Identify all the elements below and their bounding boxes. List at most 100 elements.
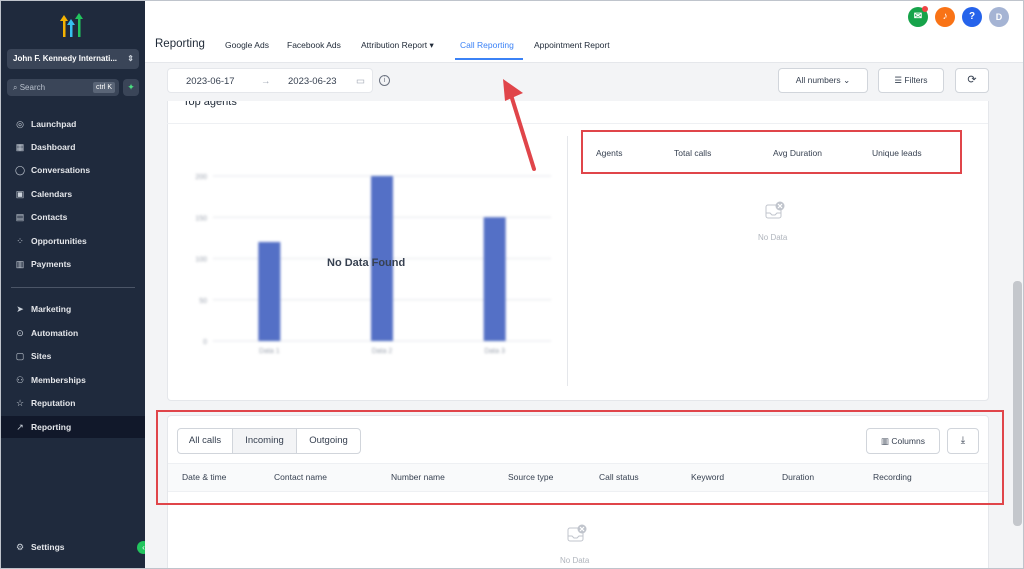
chart-bar [483,217,506,341]
opportunities-icon: ⁘ [16,236,24,246]
sidebar-item-label: Reporting [31,422,72,432]
top-bar: Reporting Google Ads Facebook Ads Attrib… [145,1,1023,63]
active-tab-indicator [455,58,523,60]
chat-icon: ◯ [14,165,26,175]
sidebar-divider [11,287,135,288]
sidebar-item-marketing[interactable]: ➤ Marketing [1,298,145,320]
date-range-picker[interactable]: 2023-06-17 → 2023-06-23 ▭ [167,68,373,93]
app-window: John F. Kennedy Internati... ⇕ ⌕ Search … [0,0,1024,569]
sidebar-item-settings[interactable]: ⚙ Settings [1,536,145,558]
y-tick-label: 100 [195,257,207,264]
sidebar-item-label: Contacts [31,212,68,222]
numbers-select-value: All numbers [795,75,841,85]
help-icon[interactable]: ? [962,7,982,27]
sidebar-item-label: Settings [31,542,65,552]
calendar-icon: ▭ [356,76,365,87]
grid-icon: ▦ [15,142,25,152]
sidebar-item-sites[interactable]: ▢ Sites [1,345,145,367]
arrow-right-icon: → [261,76,271,87]
tab-attribution-report[interactable]: Attribution Report ▾ [361,40,434,51]
send-icon: ➤ [16,304,24,314]
location-name: John F. Kennedy Internati... [13,54,118,63]
y-tick-label: 150 [195,215,207,222]
badge-icon: ⚇ [15,375,25,385]
sidebar-item-reporting[interactable]: ↗ Reporting [1,416,145,438]
search-icon: ⌕ [13,83,20,92]
tab-appointment-report[interactable]: Appointment Report [534,40,610,50]
sidebar-item-label: Reputation [31,398,76,408]
numbers-select[interactable]: All numbers ⌄ [778,68,868,93]
filter-icon: ☰ [894,75,903,85]
sites-icon: ▢ [15,351,25,361]
tab-facebook-ads[interactable]: Facebook Ads [287,40,341,50]
sidebar-item-label: Calendars [31,189,73,199]
sidebar-item-automation[interactable]: ⊙ Automation [1,322,145,344]
trend-icon: ↗ [16,422,24,432]
sidebar-item-label: Launchpad [31,119,77,129]
x-tick-label: Data 2 [372,348,393,355]
filters-button[interactable]: ☰ Filters [878,68,944,93]
search-shortcut: ctrl K [93,82,115,93]
sidebar-item-label: Dashboard [31,142,76,152]
sidebar-item-label: Memberships [31,375,86,385]
sidebar-item-label: Conversations [31,165,91,175]
calls-no-data: No Data [560,556,590,565]
avatar[interactable]: D [989,7,1009,27]
y-tick-label: 0 [203,339,207,346]
star-icon: ☆ [15,398,25,408]
app-logo [60,13,83,37]
end-date: 2023-06-23 [288,76,337,87]
notification-dot [922,6,928,12]
card-divider [167,123,988,124]
calendar-icon: ▣ [15,189,25,199]
sidebar-item-payments[interactable]: ▥ Payments [1,253,145,275]
payments-icon: ▥ [15,259,25,269]
chevron-down-icon: ▾ [429,40,434,50]
sidebar-item-conversations[interactable]: ◯ Conversations [1,159,145,181]
chevron-down-icon: ⌄ [843,75,851,85]
automation-icon: ⊙ [16,328,24,338]
sidebar-item-memberships[interactable]: ⚇ Memberships [1,369,145,391]
updown-chevron-icon: ⇕ [127,54,134,63]
location-switcher[interactable]: John F. Kennedy Internati... ⇕ [7,49,139,69]
y-tick-label: 50 [199,298,207,305]
card-column-divider [567,136,568,386]
scrollbar-thumb[interactable] [1013,281,1022,526]
refresh-icon: ⟳ [967,74,977,86]
sidebar-item-label: Payments [31,259,72,269]
start-date: 2023-06-17 [186,76,235,87]
tab-google-ads[interactable]: Google Ads [225,40,269,50]
sidebar-item-contacts[interactable]: ▤ Contacts [1,206,145,228]
sidebar-item-label: Sites [31,351,52,361]
sidebar-item-launchpad[interactable]: ◎ Launchpad [1,113,145,135]
annotation-arrow [503,79,536,171]
tab-label: Attribution Report [361,40,428,50]
sidebar-search[interactable]: ⌕ Search ctrl K [7,79,119,96]
bell-icon[interactable]: ♪ [935,7,955,27]
sidebar-item-label: Automation [31,328,79,338]
highlight-agents-table [581,130,962,174]
sidebar-item-reputation[interactable]: ☆ Reputation [1,392,145,414]
y-tick-label: 200 [195,174,207,181]
sidebar-item-calendars[interactable]: ▣ Calendars [1,183,145,205]
agents-no-data: No Data [758,233,788,242]
filters-label: Filters [904,75,928,85]
x-tick-label: Data 1 [259,348,280,355]
x-tick-label: Data 3 [484,348,505,355]
empty-inbox-icon [765,201,785,219]
chart-bar [258,242,281,341]
search-placeholder: Search [19,83,46,92]
contacts-icon: ▤ [15,212,25,222]
sidebar-item-label: Marketing [31,304,72,314]
sidebar: John F. Kennedy Internati... ⇕ ⌕ Search … [1,1,145,568]
quick-action-icon[interactable]: ✦ [123,79,139,96]
sidebar-item-dashboard[interactable]: ▦ Dashboard [1,136,145,158]
chart-no-data: No Data Found [327,257,406,269]
page-title: Reporting [155,38,205,50]
sidebar-item-opportunities[interactable]: ⁘ Opportunities [1,230,145,252]
info-icon[interactable]: i [379,75,390,86]
sidebar-item-label: Opportunities [31,236,87,246]
rocket-icon: ◎ [16,119,24,129]
refresh-button[interactable]: ⟳ [955,68,989,93]
tab-call-reporting[interactable]: Call Reporting [460,40,514,50]
